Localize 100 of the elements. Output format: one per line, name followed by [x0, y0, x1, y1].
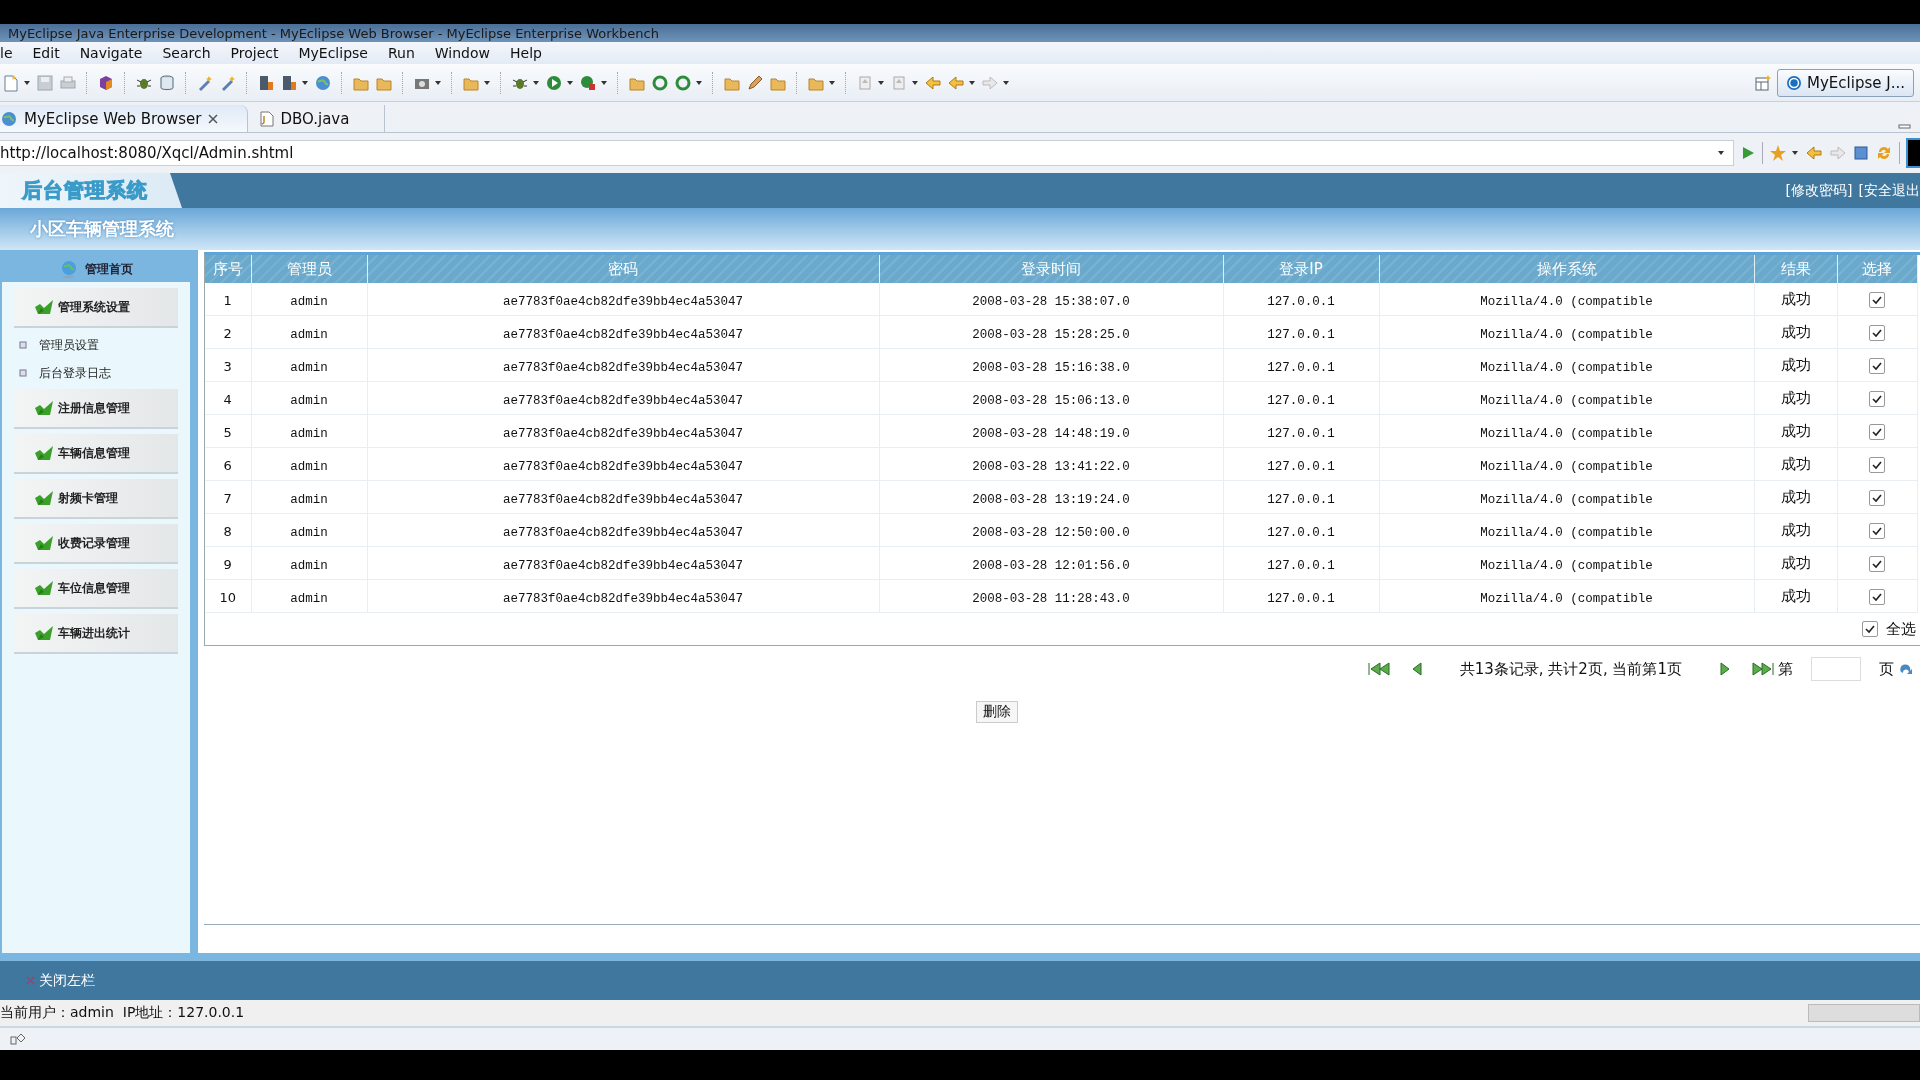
server-icon[interactable] [280, 73, 298, 92]
menu-item[interactable]: Project [220, 45, 289, 61]
last-page-icon[interactable] [1752, 662, 1774, 676]
home-link[interactable]: 管理首页 [2, 250, 190, 282]
sidebar-subitem[interactable]: 后台登录日志 [2, 359, 190, 387]
table-cell: admin [290, 294, 328, 309]
perspective-button[interactable]: MyEclipse J... [1777, 68, 1914, 97]
go-page-icon[interactable] [1898, 662, 1914, 676]
checkbox[interactable] [1869, 391, 1885, 407]
sidebar-item[interactable]: 车位信息管理 [14, 569, 178, 609]
globe-icon [59, 259, 79, 279]
table-cell: ae7783f0ae4cb82dfe39bb4ec4a53047 [502, 492, 743, 507]
window-title: MyEclipse Java Enterprise Development - MyEclipse Web Browser - MyEclipse Enterprise Workbench [7, 25, 659, 41]
table-cell: admin [290, 426, 328, 441]
minimize-icon[interactable] [1898, 122, 1912, 132]
editor-tab[interactable]: DBO.java [248, 105, 386, 132]
back-arrow-icon[interactable] [924, 73, 942, 92]
table-cell: 2008-03-28 14:48:19.0 [972, 426, 1130, 441]
menu-item[interactable]: Window [424, 45, 500, 61]
column-header: 结果 [1754, 255, 1837, 283]
checkbox[interactable] [1869, 523, 1885, 539]
table-cell: admin [290, 327, 328, 342]
header-link[interactable]: [安全退出 [1858, 181, 1920, 200]
table-cell: admin [290, 558, 328, 573]
menu-item[interactable]: Run [377, 45, 425, 61]
star-icon[interactable] [1769, 144, 1787, 162]
pencil-icon[interactable] [746, 73, 764, 92]
globe-icon [0, 109, 18, 128]
table-cell: 8 [223, 523, 232, 539]
sidebar-item[interactable]: 车辆信息管理 [14, 434, 178, 474]
table-cell: ae7783f0ae4cb82dfe39bb4ec4a53047 [502, 360, 743, 375]
page-label: 第 [1778, 659, 1793, 679]
first-page-icon[interactable] [1367, 662, 1390, 676]
table-cell: admin [290, 459, 328, 474]
close-sidebar-link[interactable]: 关闭左栏 [26, 971, 95, 990]
globe-icon[interactable] [314, 73, 332, 92]
sidebar-item[interactable]: 车辆进出统计 [14, 614, 178, 654]
sidebar-item[interactable]: 收费记录管理 [14, 524, 178, 564]
pagination-summary: 共13条记录, 共计2页, 当前第1页 [1459, 659, 1682, 679]
app-subtitle: 小区车辆管理系统 [29, 217, 174, 241]
server-icon[interactable] [257, 73, 275, 92]
header-link[interactable]: [修改密码] [1785, 181, 1853, 200]
sidebar-item[interactable]: 射频卡管理 [14, 479, 178, 519]
back-arrow-icon[interactable] [1805, 144, 1823, 162]
table-cell: Mozilla/4.0 (compatible [1480, 360, 1653, 375]
stop-icon[interactable] [1853, 145, 1869, 161]
page-label: 页 [1879, 659, 1894, 679]
menu-item[interactable]: MyEclipse [288, 45, 378, 61]
column-header: 管理员 [251, 255, 367, 283]
table-cell: 成功 [1780, 587, 1811, 605]
table-cell: 成功 [1780, 356, 1811, 374]
checkbox[interactable] [1869, 589, 1885, 605]
table-cell: ae7783f0ae4cb82dfe39bb4ec4a53047 [502, 591, 743, 606]
column-header: 序号 [205, 255, 251, 283]
table-cell: 2008-03-28 15:28:25.0 [972, 327, 1130, 342]
next-page-icon[interactable] [1720, 662, 1730, 676]
open-perspective-icon[interactable] [1754, 73, 1773, 92]
column-header: 操作系统 [1379, 255, 1754, 283]
table-cell: ae7783f0ae4cb82dfe39bb4ec4a53047 [502, 294, 743, 309]
editor-tab[interactable]: MyEclipse Web Browser [0, 105, 249, 132]
close-icon[interactable] [207, 112, 220, 125]
bullet-icon [19, 341, 27, 349]
sidebar-item[interactable]: 注册信息管理 [14, 389, 178, 429]
checkbox[interactable] [1869, 556, 1885, 572]
sidebar-subitem[interactable]: 管理员设置 [2, 331, 190, 359]
menu-item[interactable]: Edit [22, 45, 70, 61]
page-field[interactable] [1811, 657, 1861, 681]
menu-item[interactable]: Navigate [69, 45, 153, 61]
go-icon[interactable] [1740, 145, 1756, 161]
table-cell: Mozilla/4.0 (compatible [1480, 294, 1653, 309]
checkbox[interactable] [1869, 490, 1885, 506]
address-field[interactable]: http://localhost:8080/Xqcl/Admin.shtml [0, 140, 1711, 166]
select-all-label[interactable]: 全选 [1886, 619, 1916, 639]
table-cell: Mozilla/4.0 (compatible [1480, 327, 1653, 342]
table-cell: 127.0.0.1 [1267, 294, 1335, 309]
checkbox[interactable] [1862, 621, 1878, 637]
checkbox[interactable] [1869, 325, 1885, 341]
table-cell: ae7783f0ae4cb82dfe39bb4ec4a53047 [502, 558, 743, 573]
table-cell: ae7783f0ae4cb82dfe39bb4ec4a53047 [502, 393, 743, 408]
table-cell: ae7783f0ae4cb82dfe39bb4ec4a53047 [502, 459, 743, 474]
table-cell: 2008-03-28 12:01:56.0 [972, 558, 1130, 573]
delete-button[interactable]: 删除 [976, 701, 1018, 723]
previous-page-icon[interactable] [1411, 662, 1422, 676]
table-cell: Mozilla/4.0 (compatible [1480, 558, 1653, 573]
checkbox[interactable] [1869, 424, 1885, 440]
table-cell: 127.0.0.1 [1267, 459, 1335, 474]
table-cell: 成功 [1780, 488, 1811, 506]
play-icon[interactable] [545, 73, 563, 92]
column-header: 选择 [1837, 255, 1917, 283]
table-cell: 4 [223, 391, 232, 407]
table-cell: 2008-03-28 13:19:24.0 [972, 492, 1130, 507]
sidebar-item[interactable]: 管理系统设置 [14, 288, 178, 328]
menu-item[interactable]: le [0, 45, 23, 61]
cube-icon[interactable] [97, 73, 115, 92]
menu-item[interactable]: Search [152, 45, 221, 61]
table-cell: 127.0.0.1 [1267, 426, 1335, 441]
checkbox[interactable] [1869, 292, 1885, 308]
checkbox[interactable] [1869, 457, 1885, 473]
checkbox[interactable] [1869, 358, 1885, 374]
menu-item[interactable]: Help [500, 45, 552, 61]
